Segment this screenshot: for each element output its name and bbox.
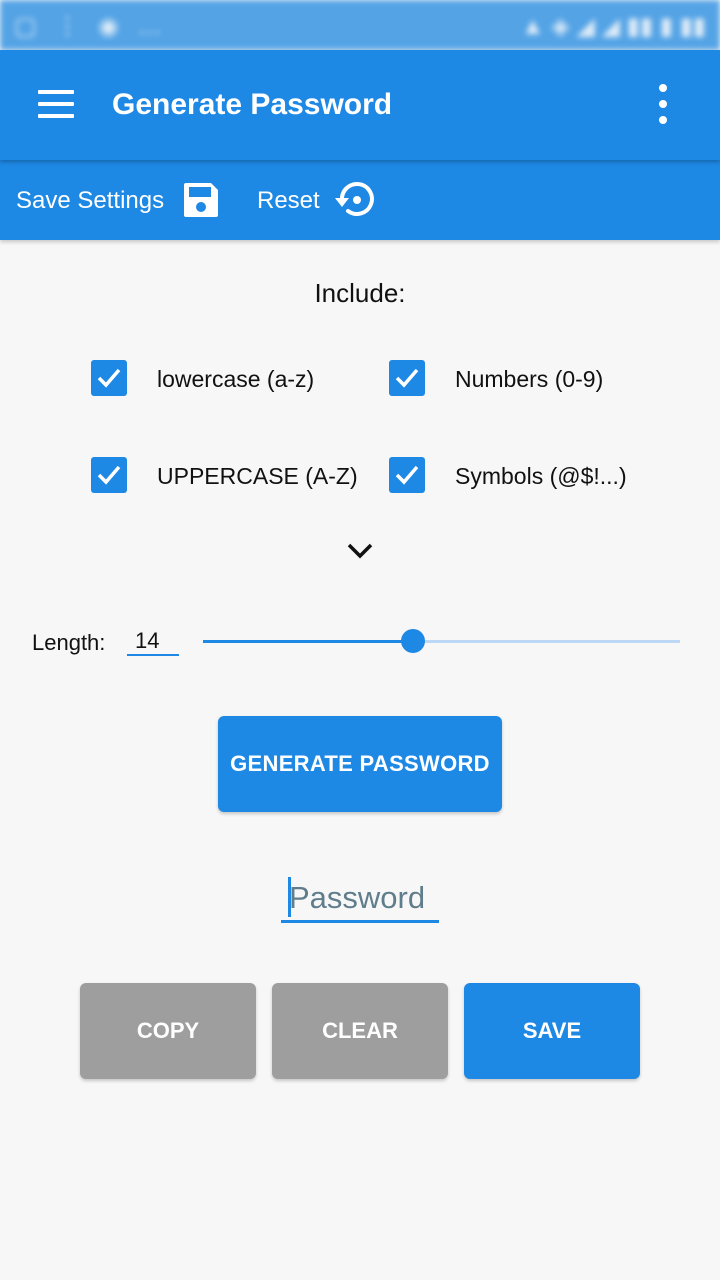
chevron-down-icon[interactable] xyxy=(346,541,374,561)
settings-toolbar: Save Settings Reset xyxy=(0,160,720,240)
lowercase-checkbox[interactable] xyxy=(91,360,127,396)
symbols-checkbox[interactable] xyxy=(389,457,425,493)
app-title: Generate Password xyxy=(112,88,393,121)
numbers-checkbox[interactable] xyxy=(389,360,425,396)
app-bar: Generate Password xyxy=(0,50,720,160)
reset-button[interactable]: Reset xyxy=(257,186,320,216)
copy-button[interactable]: COPY xyxy=(80,983,256,1079)
lowercase-label[interactable]: lowercase (a-z) xyxy=(157,364,314,394)
more-vert-icon[interactable] xyxy=(652,84,676,126)
slider-fill xyxy=(203,640,413,643)
include-heading: Include: xyxy=(314,278,406,308)
uppercase-label[interactable]: UPPERCASE (A-Z) xyxy=(157,461,358,491)
save-button[interactable]: SAVE xyxy=(464,983,640,1079)
generate-password-button[interactable]: GENERATE PASSWORD xyxy=(218,716,502,812)
numbers-label[interactable]: Numbers (0-9) xyxy=(455,364,603,394)
system-indicators: ▲ ◈ ◢ ◢ ▮▮ ▮ ▮▮ xyxy=(520,13,706,40)
save-settings-button[interactable]: Save Settings xyxy=(16,186,164,216)
length-input[interactable]: 14 xyxy=(127,626,179,656)
floppy-disk-icon[interactable] xyxy=(181,180,221,220)
uppercase-checkbox[interactable] xyxy=(91,457,127,493)
password-input[interactable]: Password xyxy=(281,876,439,923)
password-placeholder: Password xyxy=(289,880,426,915)
status-bar: ▢ ⋮ ◉ … ▲ ◈ ◢ ◢ ▮▮ ▮ ▮▮ xyxy=(0,0,720,50)
restore-icon[interactable] xyxy=(334,180,374,220)
length-slider[interactable] xyxy=(203,629,680,653)
slider-thumb[interactable] xyxy=(400,629,425,653)
clear-button[interactable]: CLEAR xyxy=(272,983,448,1079)
hamburger-menu-icon[interactable] xyxy=(38,88,74,120)
symbols-label[interactable]: Symbols (@$!...) xyxy=(455,461,627,491)
length-label: Length: xyxy=(32,630,106,655)
notification-icons: ▢ ⋮ ◉ … xyxy=(14,13,168,40)
